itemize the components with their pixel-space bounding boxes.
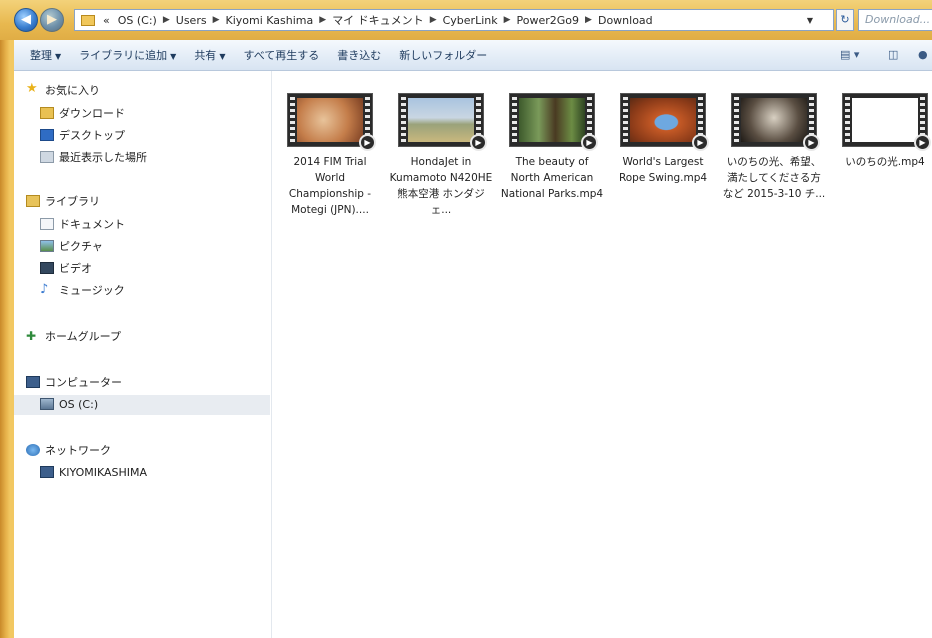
star-icon: ★ — [26, 81, 38, 96]
address-row: ◀ ▶ « OS (C:) ▶ Users ▶ Kiyomi Kashima ▶… — [0, 0, 932, 40]
file-name: いのちの光.mp4 — [845, 156, 925, 168]
folder-icon — [81, 14, 95, 26]
breadcrumb-sep-icon[interactable]: ▶ — [317, 15, 328, 25]
navigation-pane: ★ お気に入り ダウンロード デスクトップ 最近表示した場所 ライブラリ ドキュメ… — [14, 71, 272, 638]
music-icon: ♪ — [40, 282, 49, 297]
view-options-icon[interactable]: ▤ ▾ — [840, 46, 859, 64]
breadcrumb-os[interactable]: OS (C:) — [114, 14, 161, 27]
video-thumbnail: ▶ — [398, 93, 487, 151]
breadcrumb-sep-icon[interactable]: ▶ — [211, 15, 222, 25]
drive-icon — [40, 398, 54, 410]
file-name: The beauty of North American National Pa… — [500, 156, 604, 200]
file-item[interactable]: ▶ HondaJet in Kumamoto N420HE 熊本空港 ホンダジェ… — [386, 93, 496, 218]
nav-favorites[interactable]: ★ お気に入り — [26, 81, 100, 101]
play-icon: ▶ — [581, 134, 598, 151]
new-folder-button[interactable]: 新しいフォルダー — [390, 47, 496, 63]
play-icon: ▶ — [803, 134, 820, 151]
breadcrumb-power2go[interactable]: Power2Go9 — [513, 14, 584, 27]
computer-icon — [40, 466, 54, 478]
file-name: 2014 FIM Trial World Championship - Mote… — [288, 156, 372, 216]
file-list: ▶ 2014 FIM Trial World Championship - Mo… — [272, 71, 932, 638]
video-thumbnail: ▶ — [842, 93, 931, 151]
file-item[interactable]: ▶ いのちの光.mp4 — [830, 93, 932, 170]
nav-pictures[interactable]: ピクチャ — [40, 237, 103, 257]
nav-videos[interactable]: ビデオ — [40, 259, 92, 279]
share-button[interactable]: 共有 ▼ — [185, 47, 234, 63]
play-icon: ▶ — [914, 134, 931, 151]
video-thumbnail: ▶ — [731, 93, 820, 151]
history-dropdown-icon[interactable]: ▼ — [807, 16, 813, 25]
play-icon: ▶ — [359, 134, 376, 151]
nav-homegroup[interactable]: ✚ ホームグループ — [26, 327, 121, 347]
file-item[interactable]: ▶ The beauty of North American National … — [497, 93, 607, 202]
recent-places-icon — [40, 151, 54, 163]
computer-icon — [26, 376, 40, 388]
nav-music[interactable]: ♪ ミュージック — [40, 281, 125, 301]
explorer-window: 整理 ▼ ライブラリに追加 ▼ 共有 ▼ すべて再生する 書き込む 新しいフォルダー … — [14, 40, 932, 638]
breadcrumb-sep-icon[interactable]: ▶ — [583, 15, 594, 25]
breadcrumb-sep-icon[interactable]: ▶ — [502, 15, 513, 25]
nav-recent-places[interactable]: 最近表示した場所 — [40, 148, 147, 168]
file-name: いのちの光、希望、満たしてくださる方など 2015-3-10 チ... — [722, 156, 826, 200]
search-input[interactable]: Download... — [858, 9, 932, 31]
forward-icon[interactable]: ▶ — [40, 8, 64, 32]
preview-pane-icon[interactable]: ◫ — [888, 46, 898, 64]
play-icon: ▶ — [692, 134, 709, 151]
downloads-icon — [40, 107, 54, 119]
breadcrumb-users[interactable]: Users — [172, 14, 211, 27]
address-bar[interactable]: « OS (C:) ▶ Users ▶ Kiyomi Kashima ▶ マイ … — [74, 9, 834, 31]
nav-desktop[interactable]: デスクトップ — [40, 126, 125, 146]
nav-os-drive[interactable]: OS (C:) — [14, 395, 270, 415]
back-icon[interactable]: ◀ — [14, 8, 38, 32]
file-name: HondaJet in Kumamoto N420HE 熊本空港 ホンダジェ..… — [389, 156, 493, 216]
video-icon — [40, 262, 54, 274]
file-item[interactable]: ▶ いのちの光、希望、満たしてくださる方など 2015-3-10 チ... — [719, 93, 829, 202]
nav-network[interactable]: ネットワーク — [26, 441, 111, 461]
breadcrumb-download[interactable]: Download — [594, 14, 657, 27]
breadcrumb-sep-icon[interactable]: ▶ — [428, 15, 439, 25]
network-icon — [26, 444, 40, 456]
breadcrumb-documents[interactable]: マイ ドキュメント — [328, 12, 428, 28]
nav-downloads[interactable]: ダウンロード — [40, 104, 125, 124]
command-bar: 整理 ▼ ライブラリに追加 ▼ 共有 ▼ すべて再生する 書き込む 新しいフォルダー … — [14, 40, 932, 71]
nav-network-pc[interactable]: KIYOMIKASHIMA — [40, 463, 147, 483]
pictures-icon — [40, 240, 54, 252]
breadcrumb-cyberlink[interactable]: CyberLink — [439, 14, 502, 27]
nav-computer[interactable]: コンピューター — [26, 373, 122, 393]
library-icon — [26, 195, 40, 207]
file-name: World's Largest Rope Swing.mp4 — [618, 156, 708, 184]
documents-icon — [40, 218, 54, 230]
breadcrumb-user[interactable]: Kiyomi Kashima — [222, 14, 318, 27]
refresh-icon[interactable]: ↻ — [836, 9, 854, 31]
homegroup-icon: ✚ — [26, 329, 37, 343]
nav-documents[interactable]: ドキュメント — [40, 215, 125, 235]
play-icon: ▶ — [470, 134, 487, 151]
play-all-button[interactable]: すべて再生する — [234, 47, 328, 63]
video-thumbnail: ▶ — [620, 93, 709, 151]
video-thumbnail: ▶ — [509, 93, 598, 151]
video-thumbnail: ▶ — [287, 93, 376, 151]
file-item[interactable]: ▶ World's Largest Rope Swing.mp4 — [608, 93, 718, 186]
add-to-library-button[interactable]: ライブラリに追加 ▼ — [70, 47, 185, 63]
file-item[interactable]: ▶ 2014 FIM Trial World Championship - Mo… — [275, 93, 385, 218]
breadcrumb-sep-icon[interactable]: ▶ — [161, 15, 172, 25]
nav-libraries[interactable]: ライブラリ — [26, 192, 100, 212]
desktop-icon — [40, 129, 54, 141]
organize-button[interactable]: 整理 ▼ — [14, 47, 70, 63]
burn-button[interactable]: 書き込む — [328, 47, 390, 63]
help-icon[interactable]: ● — [918, 46, 928, 64]
breadcrumb-overflow[interactable]: « — [99, 14, 114, 27]
